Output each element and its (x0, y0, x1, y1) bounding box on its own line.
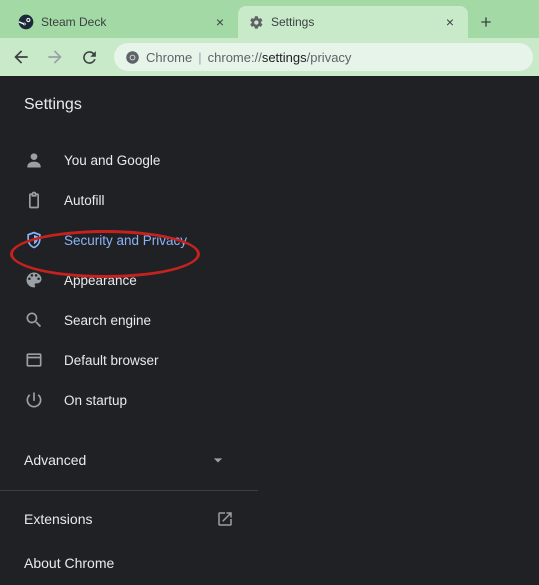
close-icon[interactable]: × (442, 14, 458, 30)
address-url: chrome://settings/privacy (208, 50, 352, 65)
page-title: Settings (0, 76, 539, 130)
nav-autofill[interactable]: Autofill (0, 180, 539, 220)
external-link-icon (216, 510, 234, 528)
shield-icon (24, 230, 44, 250)
nav-advanced[interactable]: Advanced (0, 436, 252, 484)
advanced-label: Advanced (24, 452, 86, 468)
nav-you-and-google[interactable]: You and Google (0, 140, 539, 180)
tab-steam-deck[interactable]: Steam Deck × (8, 6, 238, 38)
nav-label: Security and Privacy (64, 233, 187, 248)
power-icon (24, 390, 44, 410)
tab-title: Steam Deck (41, 15, 205, 29)
nav-label: On startup (64, 393, 127, 408)
tab-settings[interactable]: Settings × (238, 6, 468, 38)
extensions-label: Extensions (24, 511, 92, 527)
address-scheme: Chrome (146, 50, 192, 65)
chevron-down-icon (208, 450, 228, 470)
nav-appearance[interactable]: Appearance (0, 260, 539, 300)
chrome-icon (124, 49, 140, 65)
divider (0, 490, 258, 491)
address-bar[interactable]: Chrome | chrome://settings/privacy (114, 43, 533, 71)
nav-label: Autofill (64, 193, 105, 208)
nav-label: Appearance (64, 273, 137, 288)
nav-on-startup[interactable]: On startup (0, 380, 539, 420)
address-separator: | (198, 50, 201, 65)
person-icon (24, 150, 44, 170)
nav-search-engine[interactable]: Search engine (0, 300, 539, 340)
tab-title: Settings (271, 15, 435, 29)
nav-label: You and Google (64, 153, 160, 168)
settings-nav: You and Google Autofill Security and Pri… (0, 130, 539, 420)
steam-icon (18, 14, 34, 30)
gear-icon (248, 14, 264, 30)
close-icon[interactable]: × (212, 14, 228, 30)
new-tab-button[interactable] (472, 8, 500, 36)
back-button[interactable] (6, 42, 36, 72)
toolbar: Chrome | chrome://settings/privacy (0, 38, 539, 76)
reload-button[interactable] (74, 42, 104, 72)
settings-page: Settings You and Google Autofill Securit… (0, 76, 539, 585)
window-icon (24, 350, 44, 370)
nav-label: Default browser (64, 353, 159, 368)
about-label: About Chrome (24, 555, 114, 571)
palette-icon (24, 270, 44, 290)
forward-button[interactable] (40, 42, 70, 72)
nav-default-browser[interactable]: Default browser (0, 340, 539, 380)
nav-security-privacy[interactable]: Security and Privacy (0, 220, 539, 260)
nav-about-chrome[interactable]: About Chrome (0, 541, 539, 585)
nav-extensions[interactable]: Extensions (0, 497, 258, 541)
tab-bar: Steam Deck × Settings × (0, 0, 539, 38)
clipboard-icon (24, 190, 44, 210)
nav-label: Search engine (64, 313, 151, 328)
search-icon (24, 310, 44, 330)
